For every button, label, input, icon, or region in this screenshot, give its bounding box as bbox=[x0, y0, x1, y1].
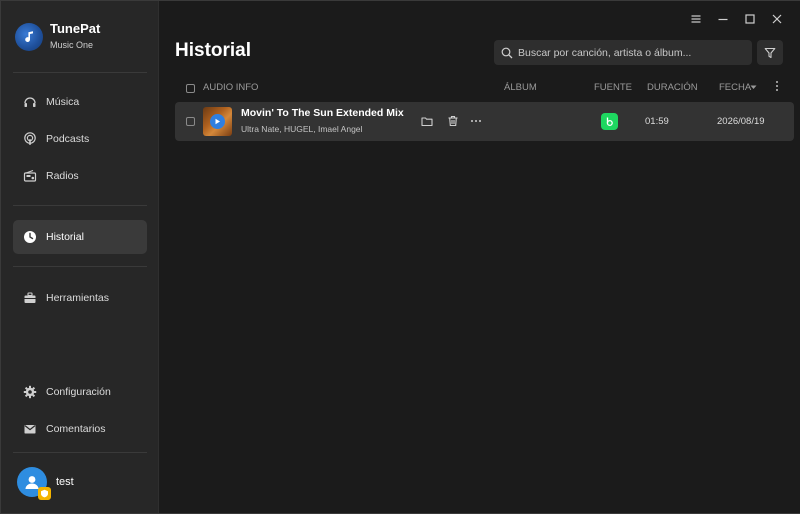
maximize-icon[interactable] bbox=[741, 10, 759, 28]
song-date: 2026/08/19 bbox=[717, 116, 765, 127]
sidebar-item-label: Radios bbox=[46, 170, 79, 182]
sidebar-divider bbox=[13, 205, 147, 206]
play-icon[interactable] bbox=[210, 114, 225, 129]
trash-icon[interactable] bbox=[446, 114, 460, 128]
sidebar-item-label: Comentarios bbox=[46, 423, 106, 435]
sidebar-divider bbox=[13, 266, 147, 267]
sidebar-item-comentarios[interactable]: Comentarios bbox=[13, 412, 147, 446]
mail-icon bbox=[23, 422, 37, 436]
sidebar-item-herramientas[interactable]: Herramientas bbox=[13, 281, 147, 315]
sidebar-divider bbox=[13, 452, 147, 453]
brand-subtitle: Music One bbox=[50, 40, 94, 50]
radio-icon bbox=[23, 169, 37, 183]
column-date[interactable]: FECHA bbox=[719, 82, 751, 93]
sidebar-item-configuracion[interactable]: Configuración bbox=[13, 375, 147, 409]
gear-icon bbox=[23, 385, 37, 399]
sidebar-item-label: Podcasts bbox=[46, 133, 90, 145]
window-controls bbox=[687, 10, 786, 28]
filter-button[interactable] bbox=[757, 40, 783, 65]
column-source: FUENTE bbox=[594, 82, 632, 93]
sidebar-item-podcasts[interactable]: Podcasts bbox=[13, 122, 147, 156]
table-row[interactable]: Movin' To The Sun Extended Mix Ultra Nat… bbox=[175, 102, 794, 141]
sidebar: TunePat Music One Música Podcasts Radios bbox=[1, 1, 159, 513]
sidebar-item-radios[interactable]: Radios bbox=[13, 159, 147, 193]
column-audio-info: AUDIO INFO bbox=[203, 82, 259, 93]
premium-badge-icon bbox=[38, 487, 51, 500]
column-duration[interactable]: DURACIÓN bbox=[647, 82, 698, 93]
music-icon bbox=[23, 95, 37, 109]
more-horizontal-icon[interactable] bbox=[469, 114, 483, 128]
clock-icon bbox=[23, 230, 37, 244]
sort-desc-icon[interactable] bbox=[750, 82, 757, 95]
toolbox-icon bbox=[23, 291, 37, 305]
more-vertical-icon[interactable] bbox=[773, 80, 781, 95]
brand-title: TunePat bbox=[50, 21, 101, 36]
sidebar-item-historial[interactable]: Historial bbox=[13, 220, 147, 254]
row-checkbox[interactable] bbox=[186, 117, 195, 126]
song-title: Movin' To The Sun Extended Mix bbox=[241, 107, 404, 119]
sidebar-item-label: Configuración bbox=[46, 386, 111, 398]
menu-icon[interactable] bbox=[687, 10, 705, 28]
filter-icon bbox=[764, 47, 776, 59]
album-cover bbox=[203, 107, 232, 136]
brand: TunePat Music One bbox=[15, 21, 100, 52]
search-bar[interactable] bbox=[494, 40, 752, 65]
table-header: AUDIO INFO ÁLBUM FUENTE DURACIÓN FECHA bbox=[175, 79, 795, 97]
minimize-icon[interactable] bbox=[714, 10, 732, 28]
select-all-checkbox[interactable] bbox=[186, 84, 195, 93]
folder-icon[interactable] bbox=[420, 114, 434, 128]
user-account[interactable]: test bbox=[17, 467, 74, 500]
page-title: Historial bbox=[175, 40, 252, 61]
tunepat-logo-icon bbox=[15, 22, 43, 51]
user-name: test bbox=[56, 476, 74, 488]
sidebar-item-label: Música bbox=[46, 96, 80, 108]
song-artist: Ultra Nate, HUGEL, Imael Angel bbox=[241, 124, 363, 134]
search-icon bbox=[501, 47, 513, 59]
app-window: TunePat Music One Música Podcasts Radios bbox=[0, 0, 800, 514]
column-album[interactable]: ÁLBUM bbox=[504, 82, 537, 93]
song-duration: 01:59 bbox=[645, 116, 669, 127]
main-panel: Historial AUDIO INFO ÁLBUM FUENTE DURACI… bbox=[160, 1, 800, 513]
sidebar-item-musica[interactable]: Música bbox=[13, 85, 147, 119]
sidebar-item-label: Historial bbox=[46, 231, 84, 243]
avatar bbox=[17, 467, 51, 500]
search-input[interactable] bbox=[518, 46, 748, 59]
sidebar-divider bbox=[13, 72, 147, 73]
spotify-icon bbox=[601, 113, 618, 130]
close-icon[interactable] bbox=[768, 10, 786, 28]
podcast-icon bbox=[23, 132, 37, 146]
sidebar-item-label: Herramientas bbox=[46, 292, 110, 304]
